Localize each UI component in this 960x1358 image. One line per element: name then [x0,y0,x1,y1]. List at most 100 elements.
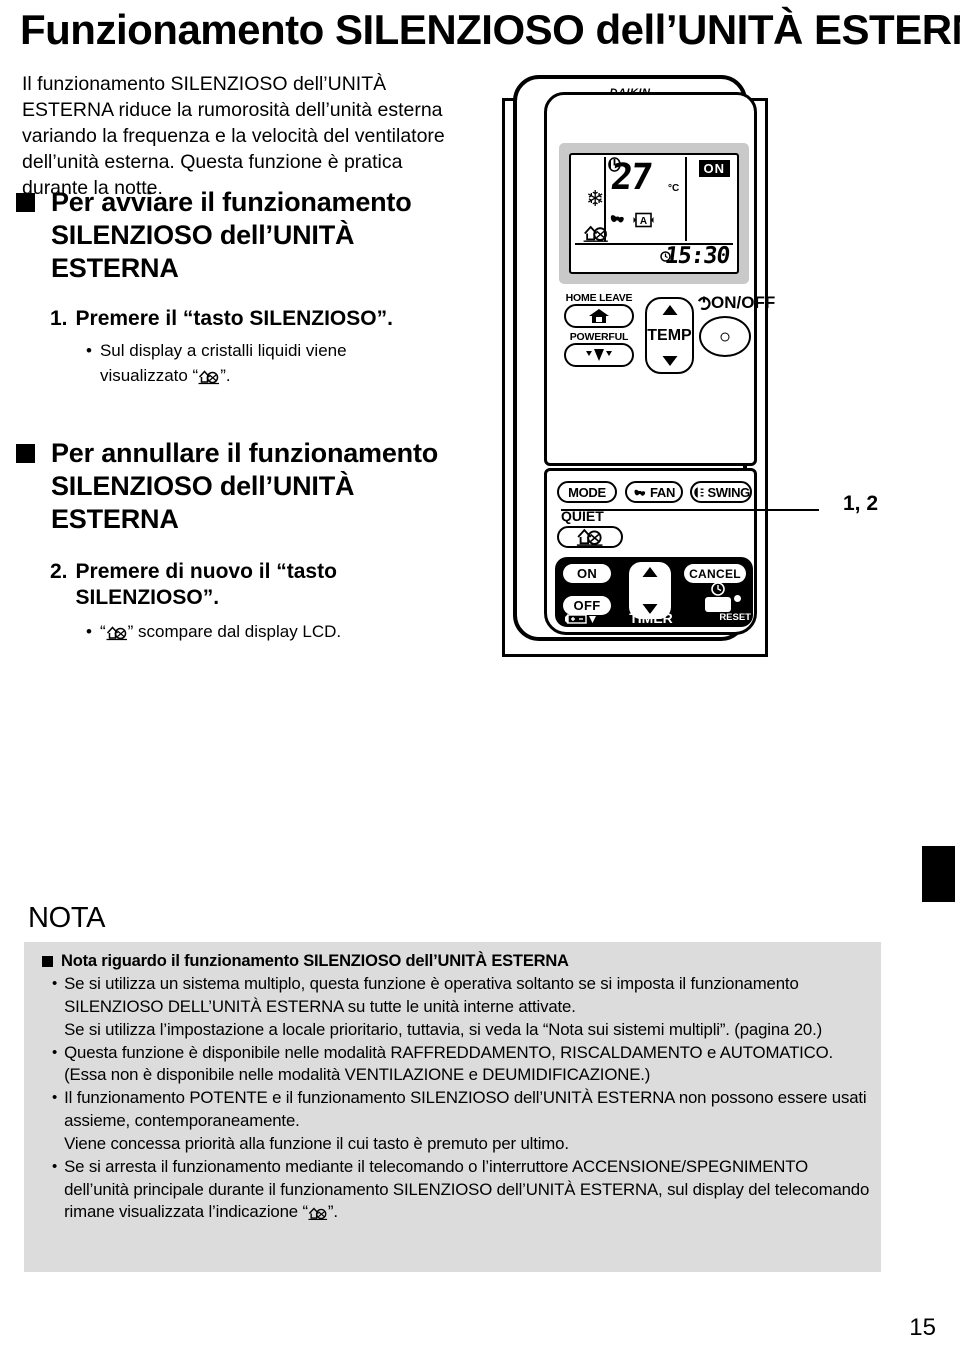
home-leave-label: HOME LEAVE [565,292,633,304]
step-text: Premere di nuovo il “tasto SILENZIOSO”. [75,559,337,609]
clock-button[interactable] [705,597,731,612]
temp-label: TEMP [647,326,692,344]
substep-line2-after: ”. [220,366,231,386]
bullet-dot-icon: • [52,1043,58,1061]
bullet-dot-icon: • [52,975,58,992]
reset-button[interactable] [734,595,741,602]
nota-heading: Nota riguardo il funzionamento SILENZIOS… [61,952,569,970]
remote-upper-panel: ❄ 27 °C ON A 15:30 HOME LEAVE POWERFUL T… [544,92,775,466]
section-title: Per avviare il funzionamento SILENZIOSO … [51,187,412,284]
step-row: 1. Premere il “tasto SILENZIOSO”. [50,306,486,332]
fan-speed-auto-icon: A [633,212,654,228]
nota-list-item: • Il funzionamento POTENTE e il funziona… [52,1087,871,1156]
powerful-airflow-icon [586,349,612,361]
section-heading-row: Per annullare il funzionamento SILENZIOS… [16,437,486,537]
nota-list-item: • Se si utilizza un sistema multiplo, qu… [52,973,871,1042]
reset-label: RESET [719,612,751,623]
bullet-dot-icon: • [86,340,92,360]
powerful-label: POWERFUL [569,331,629,343]
square-bullet-icon [16,444,35,463]
home-icon [589,309,609,323]
swing-label: SWING [707,484,750,500]
substep-text: “ ” scompare dal display LCD. [100,619,341,649]
nota-item-text: Se si utilizza un sistema multiplo, ques… [64,974,823,1039]
fan-label: FAN [649,484,676,500]
intro-paragraph: Il funzionamento SILENZIOSO dell’UNITÀ E… [22,73,445,199]
clock-icon [711,582,725,596]
substep-line2-after: ” scompare dal display LCD. [127,622,342,642]
triangle-up-icon [642,567,658,577]
onoff-text: ON/OFF [711,293,776,312]
callout-leader-line [561,509,819,511]
fan-icon [634,489,646,496]
nota-last-item-after: ”. [327,1202,338,1222]
lcd-temperature-unit: °C [668,183,680,194]
page-edge-tab [922,846,955,902]
lcd-temperature-value: 27 [608,157,653,198]
swing-icon [694,486,704,498]
quiet-outdoor-unit-icon [106,623,128,649]
battery-indicator-icon [565,614,596,624]
swing-button[interactable]: SWING [690,481,752,503]
substep-line1: Sul display a cristalli liquidi viene [99,340,347,360]
square-bullet-icon [16,193,35,212]
quiet-outdoor-unit-icon [198,367,220,393]
nota-item-text: Il funzionamento POTENTE e il funzioname… [64,1088,867,1153]
timer-panel: ON OFF CANCEL TIMER RESET [555,557,753,627]
triangle-down-icon [662,356,677,366]
page-number: 15 [909,1314,936,1341]
nota-title: NOTA [28,902,106,934]
square-bullet-icon [42,956,53,967]
remote-control-figure: DAIKIN ❄ 27 °C [497,75,775,657]
section-title: Per annullare il funzionamento SILENZIOS… [51,438,439,535]
lcd-display: ❄ 27 °C ON A 15:30 [569,153,739,274]
substep-line2-before: visualizzato “ [99,366,199,386]
snowflake-icon: ❄ [586,186,605,211]
quiet-outdoor-unit-icon [576,528,603,546]
step-text: Premere il “tasto SILENZIOSO”. [75,306,393,330]
step-number: 1. [50,306,68,330]
svg-text:A: A [640,216,647,227]
timer-on-button[interactable]: ON [563,564,611,583]
home-leave-button[interactable] [564,304,634,328]
lcd-divider-right [685,157,687,241]
substep-text: Sul display a cristalli liquidi viene vi… [100,338,347,393]
temp-button[interactable]: TEMP [645,297,694,374]
triangle-up-icon [662,305,677,315]
bullet-dot-icon: • [52,1089,58,1107]
timer-off-button[interactable]: OFF [563,596,611,615]
section-start-quiet: Per avviare il funzionamento SILENZIOSO … [16,186,486,393]
onoff-button[interactable] [699,316,751,357]
page-title: Funzionamento SILENZIOSO dell’UNITÀ ESTE… [20,6,960,53]
mode-button[interactable]: MODE [557,481,617,503]
fan-button[interactable]: FAN [625,481,683,503]
nota-item-text: Questa funzione è disponibile nelle moda… [64,1042,834,1085]
nota-heading-row: Nota riguardo il funzionamento SILENZIOS… [42,952,871,971]
substep-row: • “ ” scompare dal display LCD. [86,619,486,649]
bullet-dot-icon: • [86,622,92,642]
timer-label: TIMER [629,610,673,626]
step-number: 2. [50,559,68,583]
timer-cancel-button[interactable]: CANCEL [684,564,746,583]
lcd-bezel: ❄ 27 °C ON A 15:30 [559,143,749,284]
mode-label: MODE [568,484,606,500]
nota-last-item-before: Se si arresta il funzionamento mediante … [64,1156,870,1222]
remote-body: DAIKIN ❄ 27 °C [513,75,775,641]
substep-row: • Sul display a cristalli liquidi viene … [86,338,486,393]
nota-box: Nota riguardo il funzionamento SILENZIOS… [24,942,881,1272]
quiet-outdoor-unit-icon [308,1205,328,1228]
lcd-on-badge: ON [698,160,730,177]
nota-list-item: • Questa funzione è disponibile nelle mo… [52,1042,871,1088]
fan-icon [610,215,624,223]
remote-lower-panel: MODE FAN SWING QUIET ON OFF CANCEL TIMER… [544,468,757,635]
callout-step-reference: 1, 2 [843,492,879,515]
section-heading-row: Per avviare il funzionamento SILENZIOSO … [16,186,486,286]
step-row: 2. Premere di nuovo il “tasto SILENZIOSO… [50,559,350,612]
lcd-quiet-icon [583,224,609,248]
lcd-clock-value: 15:30 [663,243,731,269]
power-symbol-icon [697,296,711,311]
nota-item-text-with-icon: Se si arresta il funzionamento mediante … [64,1156,871,1229]
powerful-button[interactable] [564,343,634,367]
quiet-button[interactable] [557,526,623,548]
bullet-dot-icon: • [52,1157,58,1175]
